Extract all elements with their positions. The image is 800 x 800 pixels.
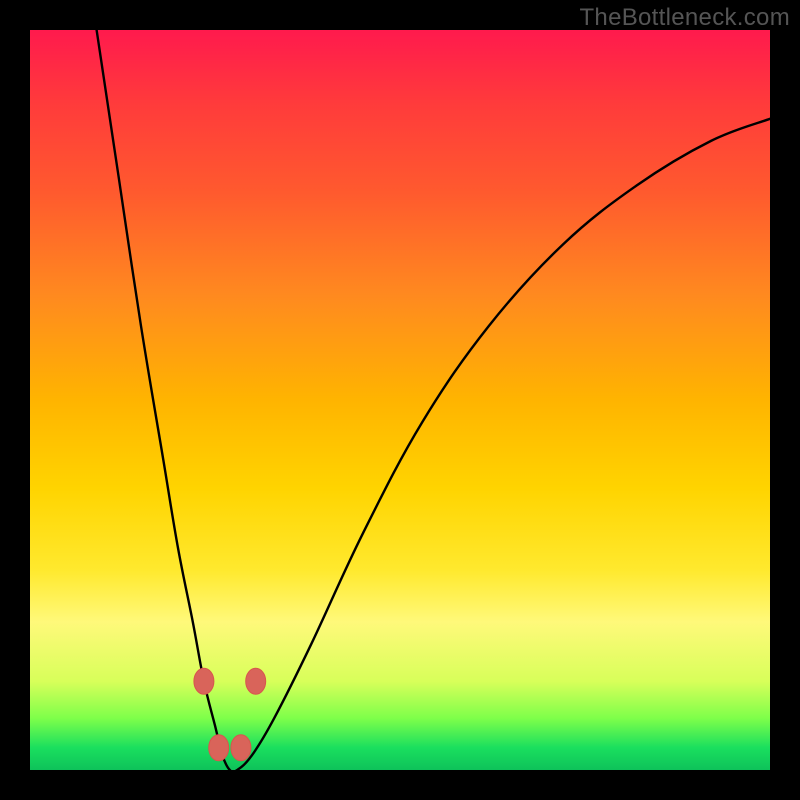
- curve-marker: [231, 735, 251, 761]
- bottleneck-curve-path: [97, 30, 770, 770]
- curve-marker: [209, 735, 229, 761]
- watermark-text: TheBottleneck.com: [579, 4, 790, 32]
- bottleneck-curve-svg: [30, 30, 770, 770]
- curve-markers: [194, 668, 266, 761]
- chart-plot-area: [30, 30, 770, 770]
- curve-marker: [194, 668, 214, 694]
- curve-marker: [246, 668, 266, 694]
